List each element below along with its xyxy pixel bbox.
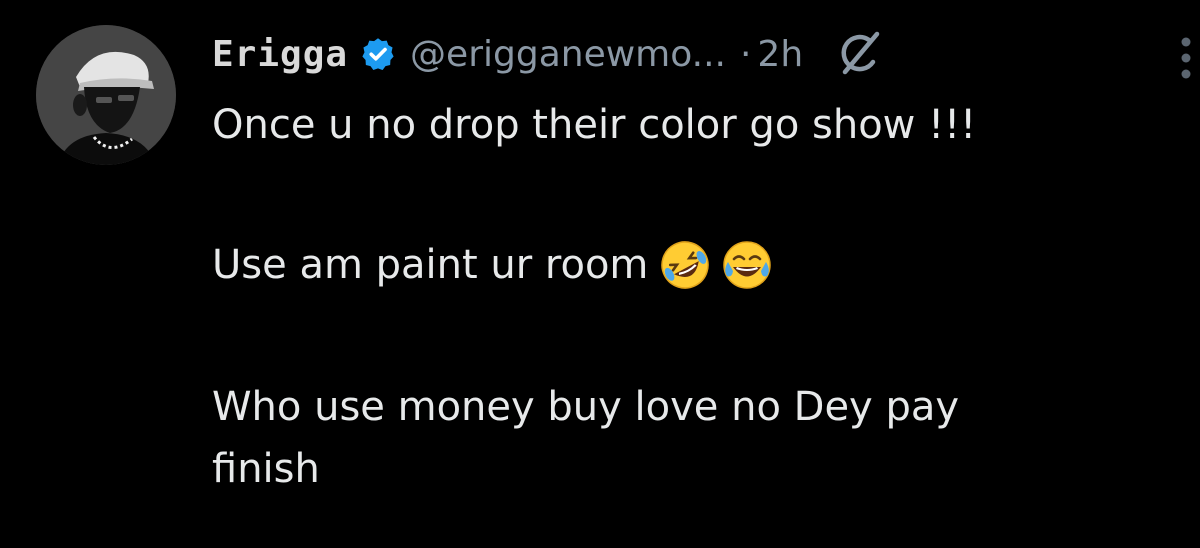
tweet-text-line-1: Once u no drop their color go show !!!: [212, 102, 977, 148]
grok-icon[interactable]: [831, 26, 887, 82]
handle[interactable]: @erigganewmo...: [410, 34, 726, 75]
separator-dot: ·: [739, 33, 752, 75]
display-name[interactable]: Erigga: [212, 34, 348, 75]
rolling-on-floor-laughing-emoji-icon: [658, 238, 712, 292]
tweet-text-line-2-text: Use am paint ur room: [212, 242, 649, 288]
tweet[interactable]: Erigga @erigganewmo... · 2h Once u no dr…: [0, 0, 1200, 548]
verified-badge-icon[interactable]: [360, 36, 396, 72]
timestamp[interactable]: 2h: [757, 34, 803, 75]
tweet-header: Erigga @erigganewmo... · 2h: [212, 22, 887, 86]
avatar[interactable]: [36, 25, 176, 165]
tweet-text-line-3: Who use money buy love no Dey pay: [212, 384, 960, 430]
tweet-text-line-2: Use am paint ur room: [212, 236, 774, 294]
more-vertical-icon[interactable]: [1172, 28, 1200, 88]
tweet-text-line-4: finish: [212, 446, 320, 492]
tears-of-joy-emoji-icon: [720, 238, 774, 292]
user-avatar-icon: [36, 25, 176, 165]
